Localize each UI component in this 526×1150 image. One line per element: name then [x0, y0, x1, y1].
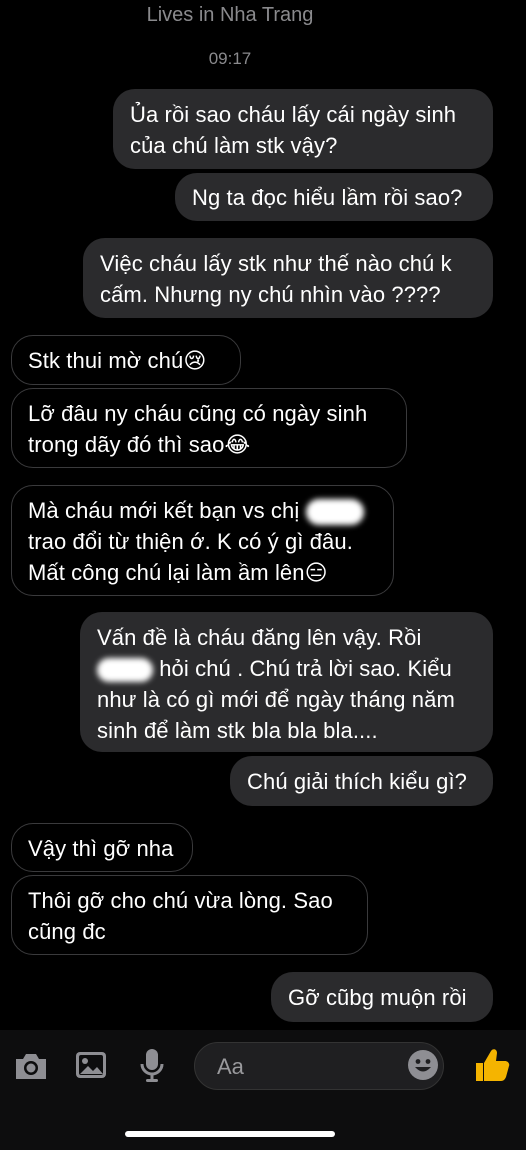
crying-face-emoji: 😢	[183, 349, 207, 374]
message-line: như là có gì mới để ngày tháng năm	[97, 687, 455, 712]
message-sent-4[interactable]: Vấn đề là cháu đăng lên vậy. Rồi hỏi chú…	[80, 612, 493, 752]
message-received-3[interactable]: Mà cháu mới kết bạn vs chị trao đổi từ t…	[11, 485, 394, 596]
home-indicator	[125, 1131, 335, 1137]
message-line: Mất công chú lại làm ầm lên	[28, 560, 305, 585]
message-received-5[interactable]: Thôi gỡ cho chú vừa lòng. Sao cũng đc	[11, 875, 368, 955]
timestamp: 09:17	[208, 49, 252, 68]
message-line: Vấn đề là cháu đăng lên vậy. Rồi	[97, 625, 422, 650]
message-line: Vậy thì gỡ nha	[28, 836, 174, 861]
message-line: cũng đc	[28, 919, 106, 944]
message-sent-5[interactable]: Chú giải thích kiểu gì?	[230, 756, 493, 806]
message-line: Thôi gỡ cho chú vừa lòng. Sao	[28, 888, 333, 913]
message-line: của chú làm stk vậy?	[130, 133, 338, 158]
redacted-name	[305, 499, 364, 526]
message-sent-1[interactable]: Ủa rồi sao cháu lấy cái ngày sinh của ch…	[113, 89, 493, 169]
message-line: Lỡ đâu ny cháu cũng có ngày sinh	[28, 401, 368, 426]
header-subtitle: Lives in Nha Trang	[146, 4, 314, 26]
message-line: cấm. Nhưng ny chú nhìn vào ????	[100, 282, 441, 307]
message-line: Việc cháu lấy stk như thế nào chú k	[100, 251, 452, 276]
message-line: Mà cháu mới kết bạn vs chị	[28, 498, 300, 523]
message-line: Ủa rồi sao cháu lấy cái ngày sinh	[130, 102, 457, 127]
message-line: hỏi chú . Chú trả lời sao. Kiểu	[159, 656, 452, 681]
message-sent-6[interactable]: Gỡ cũbg muộn rồi	[271, 972, 493, 1022]
camera-icon[interactable]	[13, 1050, 49, 1087]
expressionless-face-emoji: 😑	[304, 561, 328, 586]
message-line: Gỡ cũbg muộn rồi	[288, 985, 467, 1010]
message-received-1[interactable]: Stk thui mờ chú😢	[11, 335, 241, 385]
message-line: trong dãy đó thì sao	[28, 432, 225, 457]
message-sent-2[interactable]: Ng ta đọc hiểu lầm rồi sao?	[175, 173, 493, 221]
message-sent-3[interactable]: Việc cháu lấy stk như thế nào chú k cấm.…	[83, 238, 493, 318]
message-input-placeholder: Aa	[217, 1054, 244, 1079]
thumbs-up-icon[interactable]	[470, 1045, 510, 1090]
message-received-2[interactable]: Lỡ đâu ny cháu cũng có ngày sinh trong d…	[11, 388, 407, 468]
message-line: Ng ta đọc hiểu lầm rồi sao?	[192, 185, 463, 210]
smiley-icon[interactable]	[407, 1049, 439, 1086]
laughing-tears-emoji: 😂	[224, 433, 251, 458]
microphone-icon[interactable]	[139, 1047, 165, 1088]
message-received-4[interactable]: Vậy thì gỡ nha	[11, 823, 193, 872]
message-line: Chú giải thích kiểu gì?	[247, 769, 467, 794]
redacted-name	[97, 658, 153, 683]
message-line: trao đổi từ thiện ớ. K có ý gì đâu.	[28, 529, 353, 554]
gallery-icon[interactable]	[74, 1049, 108, 1086]
message-line: Stk thui mờ chú	[28, 348, 184, 373]
message-line: sinh để làm stk bla bla bla....	[97, 718, 378, 743]
